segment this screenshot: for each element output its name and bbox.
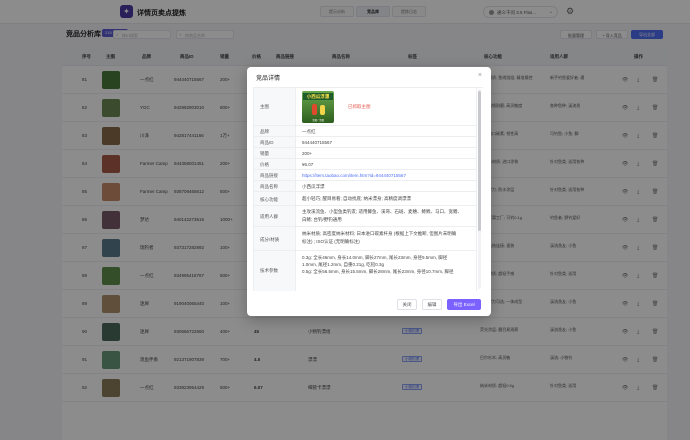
field-row-material: 成分/材质 纳米材质; 高密度纳米材料; 日本进口碳素杆身 (根据上下文推断, …: [253, 227, 477, 251]
image-status: 已抓取主图: [348, 104, 371, 109]
field-value: 超小轻巧; 醒目易看; 自动找底; 纳米漂身; 高精度调漂漂: [302, 196, 411, 201]
field-key: 商品名称: [260, 184, 278, 189]
export-excel-button[interactable]: 导出 Excel: [447, 299, 481, 310]
scrollbar-thumb[interactable]: [478, 91, 481, 231]
edit-button[interactable]: 编辑: [422, 299, 442, 310]
field-value: 944440715567: [302, 139, 333, 145]
field-value: 0.5g: 全长56.5mm, 身长15.5mm, 脚长28mm, 尾长23mm…: [302, 269, 454, 274]
field-row-function: 核心功能 超小轻巧; 醒目易看; 自动找底; 纳米漂身; 高精度调漂漂: [253, 192, 477, 206]
close-button[interactable]: 关闭: [397, 299, 417, 310]
field-value: 白鲦; 台钓/野钓通用: [302, 216, 342, 222]
field-value: 一点红: [302, 128, 316, 134]
field-key: 商品链接: [260, 173, 278, 178]
image-note: 主图 / 主图: [311, 119, 325, 122]
field-value: 小西瓜浮漂: [302, 183, 325, 189]
field-row-price: 价格 ¥6.07: [253, 159, 477, 170]
field-row-name: 商品名称 小西瓜浮漂: [253, 181, 477, 192]
field-key: 销量: [260, 151, 269, 156]
float-shape: [320, 105, 325, 115]
field-key: 主图: [260, 104, 269, 109]
field-value: 主攻溪流鱼、小型鱼类钓友; 适用鲫鱼、溪哥、石斑、麦穗、鲦鲦、马口、宽鳍、: [302, 209, 462, 214]
field-key: 技术参数: [260, 268, 278, 273]
field-value: 200+: [302, 150, 313, 156]
field-value: 标注) ; ISO认证 (无明确标注): [302, 239, 360, 244]
field-key: 价格: [260, 162, 269, 167]
float-shape: [312, 104, 317, 115]
field-row-brand: 品牌 一点红: [253, 126, 477, 137]
modal-scrollbar[interactable]: [478, 89, 481, 289]
field-row-audience: 适用人群 主攻溪流鱼、小型鱼类钓友; 适用鲫鱼、溪哥、石斑、麦穗、鲦鲦、马口、宽…: [253, 206, 477, 227]
field-key: 品牌: [260, 129, 269, 134]
field-key: 成分/材质: [260, 236, 280, 242]
modal-footer: 关闭 编辑 导出 Excel: [247, 295, 491, 316]
detail-modal: 竞品详情 × 主图 小西瓜浮漂 主图 / 主图 已抓取主图 品牌 一点红 商品I…: [247, 67, 491, 316]
field-key: 核心功能: [260, 196, 278, 202]
close-icon[interactable]: ×: [478, 72, 482, 79]
field-key: 商品ID: [260, 140, 274, 145]
field-value: 1.0mm, 尾径1.2mm, 自重0.21g, 吃铅0.3g: [302, 262, 385, 267]
product-image[interactable]: 小西瓜浮漂 主图 / 主图: [302, 91, 334, 123]
product-link[interactable]: https://item.taobao.com/item.htm?id=9444…: [302, 173, 406, 179]
modal-title: 竞品详情: [256, 76, 281, 82]
field-row-sales: 销量 200+: [253, 148, 477, 159]
field-row-image: 主图 小西瓜浮漂 主图 / 主图 已抓取主图: [253, 88, 477, 126]
field-value: 纳米材质; 高密度纳米材料; 日本进口碳素杆身 (根据上下文推断, 但图片未明确: [302, 231, 457, 236]
field-key: 适用人群: [260, 214, 278, 219]
field-row-link: 商品链接 https://item.taobao.com/item.htm?id…: [253, 170, 477, 181]
field-row-specs: 技术参数 0.3g: 全长46mm, 身长14.0mm, 脚长27mm, 尾长2…: [253, 251, 477, 291]
field-value: 0.3g: 全长46mm, 身长14.0mm, 脚长27mm, 尾长23mm, …: [302, 255, 448, 260]
image-caption: 小西瓜浮漂: [303, 93, 333, 100]
field-row-id: 商品ID 944440715567: [253, 137, 477, 148]
modal-body: 主图 小西瓜浮漂 主图 / 主图 已抓取主图 品牌 一点红 商品ID 94444…: [253, 87, 483, 291]
field-value: ¥6.07: [302, 161, 314, 167]
